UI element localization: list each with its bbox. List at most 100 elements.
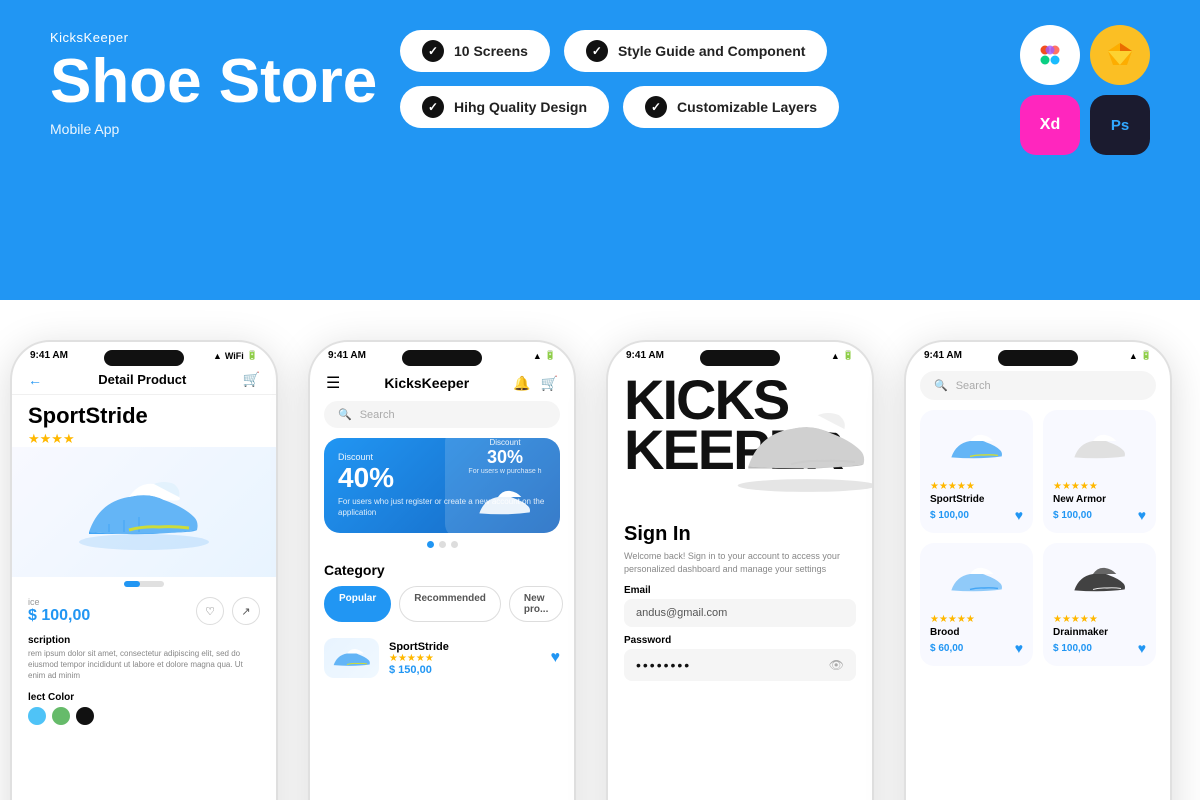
shoe-image [12, 447, 276, 577]
status-icons-3: ▲🔋 [831, 350, 854, 361]
color-label: lect Color [28, 692, 260, 703]
color-section: lect Color [12, 686, 276, 731]
name-2: New Armor [1053, 494, 1146, 505]
product-row-1: SportStride ★★★★★ $ 150,00 ♥ [310, 630, 574, 686]
product-card-img-4 [1053, 553, 1146, 608]
discount-right: Discount 30% For users w purchase h [445, 438, 560, 533]
product-card-3: ★★★★★ Brood $ 60,00 ♥ [920, 543, 1033, 666]
product-card-img-1 [930, 420, 1023, 475]
action-icons: ♡ ↗ [196, 597, 260, 625]
tab-new[interactable]: New pro... [509, 586, 563, 622]
name-3: Brood [930, 627, 1023, 638]
price-row: ice $ 100,00 ♡ ↗ [12, 591, 276, 631]
product-card-img-3 [930, 553, 1023, 608]
heart-icon-2[interactable]: ♥ [551, 649, 561, 667]
badge-quality-label: Hihg Quality Design [454, 99, 587, 115]
email-input[interactable]: andus@gmail.com [624, 599, 856, 627]
product-card-2: ★★★★★ New Armor $ 100,00 ♥ [1043, 410, 1156, 533]
check-icon-2: ✓ [586, 40, 608, 62]
product-card-4: ★★★★★ Drainmaker $ 100,00 ♥ [1043, 543, 1156, 666]
discount2-label: Discount [489, 438, 520, 447]
signin-desc: Welcome back! Sign in to your account to… [624, 550, 856, 575]
badge-layers-label: Customizable Layers [677, 99, 817, 115]
badge-screens-label: 10 Screens [454, 43, 528, 59]
price-value: $ 100,00 [28, 607, 90, 625]
password-input[interactable]: •••••••• 👁 [624, 649, 856, 681]
tab-popular[interactable]: Popular [324, 586, 391, 622]
heart-p4[interactable]: ♥ [1138, 640, 1146, 656]
cart-icon[interactable]: 🛒 [243, 371, 260, 388]
name-1: SportStride [930, 494, 1023, 505]
search-bar-4[interactable]: 🔍 Search [920, 371, 1156, 400]
name-4: Drainmaker [1053, 627, 1146, 638]
badges-area: ✓ 10 Screens ✓ Style Guide and Component… [400, 30, 839, 128]
signin-title: Sign In [624, 523, 856, 546]
color-dot-green[interactable] [52, 707, 70, 725]
color-dot-blue[interactable] [28, 707, 46, 725]
notch-1 [104, 350, 184, 366]
product-name: SportStride [12, 395, 276, 431]
ps-icon: Ps [1090, 95, 1150, 155]
price-1: $ 100,00 [930, 510, 969, 521]
time-3: 9:41 AM [626, 350, 664, 361]
stars-4: ★★★★★ [1053, 614, 1146, 625]
price-3: $ 60,00 [930, 643, 963, 654]
search-placeholder: Search [360, 409, 395, 421]
time-1: 9:41 AM [30, 350, 68, 361]
dot-1 [427, 541, 434, 548]
badges-row-1: ✓ 10 Screens ✓ Style Guide and Component [400, 30, 839, 72]
search-icon: 🔍 [338, 408, 352, 421]
product-name-2: SportStride [389, 641, 541, 653]
notch-3 [700, 350, 780, 366]
product-card-img-2 [1053, 420, 1146, 475]
description-section: scription rem ipsum dolor sit amet, cons… [12, 631, 276, 686]
stars-3: ★★★★★ [930, 614, 1023, 625]
heart-p1[interactable]: ♥ [1015, 507, 1023, 523]
price-4: $ 100,00 [1053, 643, 1092, 654]
product-grid: ★★★★★ SportStride $ 100,00 ♥ ★★★★★ New A… [906, 410, 1170, 666]
time-2: 9:41 AM [328, 350, 366, 361]
price-2: $ 100,00 [1053, 510, 1092, 521]
sketch-icon [1090, 25, 1150, 85]
password-value: •••••••• [636, 657, 691, 673]
search-placeholder-4: Search [956, 380, 991, 392]
back-icon[interactable]: ← [28, 372, 42, 388]
notch-2 [402, 350, 482, 366]
heart-icon[interactable]: ♡ [196, 597, 224, 625]
menu-icon[interactable]: ☰ [326, 373, 340, 393]
header-icons: 🔔 🛒 [513, 375, 558, 392]
discount2-percent: 30% [487, 447, 523, 468]
email-label: Email [624, 585, 856, 596]
product-card-1: ★★★★★ SportStride $ 100,00 ♥ [920, 410, 1033, 533]
description-label: scription [28, 635, 260, 646]
badge-layers: ✓ Customizable Layers [623, 86, 839, 128]
badge-style-guide: ✓ Style Guide and Component [564, 30, 827, 72]
heart-p3[interactable]: ♥ [1015, 640, 1023, 656]
product-info: SportStride ★★★★★ $ 150,00 [389, 641, 541, 676]
signin-section: Sign In Welcome back! Sign in to your ac… [608, 515, 872, 697]
product-stars: ★★★★ [12, 431, 276, 447]
phone2-app-name: KicksKeeper [384, 375, 469, 391]
cart-icon-2[interactable]: 🛒 [541, 375, 558, 392]
color-dot-black[interactable] [76, 707, 94, 725]
bell-icon[interactable]: 🔔 [513, 375, 530, 392]
badge-quality: ✓ Hihg Quality Design [400, 86, 609, 128]
badge-screens: ✓ 10 Screens [400, 30, 550, 72]
signin-shoe-image [727, 385, 872, 505]
figma-icon [1020, 25, 1080, 85]
share-icon[interactable]: ↗ [232, 597, 260, 625]
tab-recommended[interactable]: Recommended [399, 586, 501, 622]
notch-4 [998, 350, 1078, 366]
check-icon-4: ✓ [645, 96, 667, 118]
heart-p2[interactable]: ♥ [1138, 507, 1146, 523]
product-thumb [324, 638, 379, 678]
eye-icon[interactable]: 👁 [829, 658, 844, 672]
search-bar[interactable]: 🔍 Search [324, 401, 560, 428]
dot-3 [451, 541, 458, 548]
badges-row-2: ✓ Hihg Quality Design ✓ Customizable Lay… [400, 86, 839, 128]
dots-row [310, 541, 574, 548]
stars-2: ★★★★★ [1053, 481, 1146, 492]
phone1-header: ← Detail Product 🛒 [12, 365, 276, 395]
search-icon-4: 🔍 [934, 379, 948, 392]
phone-product-list: 9:41 AM ▲🔋 🔍 Search ★★★★★ SportStride [904, 340, 1172, 800]
